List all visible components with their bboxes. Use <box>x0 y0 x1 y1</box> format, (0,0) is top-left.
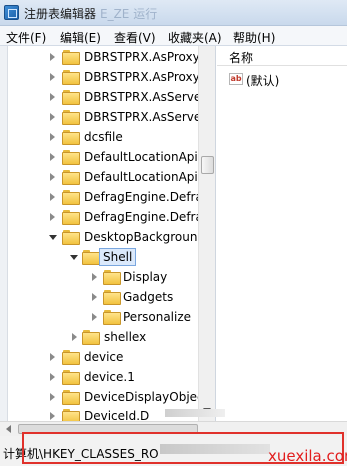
tree-node-selected[interactable]: Shell <box>0 247 198 267</box>
collapse-arrow-icon[interactable] <box>49 235 57 240</box>
expand-arrow-icon[interactable] <box>50 133 55 141</box>
tree-node-label[interactable]: dcsfile <box>84 127 123 147</box>
folder-icon <box>62 70 80 85</box>
tree-node[interactable]: DBRSTPRX.AsProxy <box>0 47 200 67</box>
tree-node-label[interactable]: DBRSTPRX.AsProxy. <box>84 67 202 87</box>
expand-arrow-icon[interactable] <box>92 273 97 281</box>
expand-arrow-icon[interactable] <box>50 373 55 381</box>
expand-arrow-icon[interactable] <box>50 113 55 121</box>
background-window-title: E_ZE 运行 <box>100 7 158 21</box>
tree-node[interactable]: Gadgets <box>0 287 198 307</box>
folder-icon <box>62 409 80 421</box>
tree-node-label[interactable]: Personalize <box>123 307 191 327</box>
tree-node-label[interactable]: DeviceId.D <box>84 406 149 421</box>
registry-values-pane: 名称 ab (默认) <box>217 46 347 421</box>
title-bar: 注册表编辑器 E_ZE 运行 <box>0 0 347 26</box>
folder-icon <box>62 50 80 65</box>
tree-node[interactable]: DeviceDisplayObjec <box>0 387 204 407</box>
menu-bar: 文件(F) 编辑(E) 查看(V) 收藏夹(A) 帮助(H) <box>0 26 347 46</box>
menu-file[interactable]: 文件(F) <box>6 29 46 46</box>
tree-node[interactable]: device <box>0 347 198 367</box>
tree-node-label[interactable]: DesktopBackgrounc <box>84 227 204 247</box>
tree-node[interactable]: DefaultLocationApi. <box>0 167 202 187</box>
folder-icon <box>62 190 80 205</box>
tree-node[interactable]: DefaultLocationApi <box>0 147 198 167</box>
tree-node[interactable]: device.1 <box>0 367 198 387</box>
expand-arrow-icon[interactable] <box>92 313 97 321</box>
tree-node[interactable]: DefragEngine.Defra <box>0 187 203 207</box>
string-value-icon: ab <box>229 73 243 85</box>
watermark: xuexila.com <box>268 447 347 465</box>
folder-icon <box>103 310 121 325</box>
collapse-arrow-icon[interactable] <box>70 255 78 260</box>
tree-node-label[interactable]: Shell <box>99 248 137 266</box>
folder-icon <box>103 270 121 285</box>
scrollbar-thumb[interactable] <box>201 156 214 174</box>
expand-arrow-icon[interactable] <box>72 333 77 341</box>
folder-icon <box>62 110 80 125</box>
folder-open-icon <box>82 250 100 265</box>
expand-arrow-icon[interactable] <box>50 93 55 101</box>
expand-arrow-icon[interactable] <box>50 153 55 161</box>
tree-node-label[interactable]: DefragEngine.Defra <box>84 187 203 207</box>
tree-node[interactable]: dcsfile <box>0 127 198 147</box>
tree-node-label[interactable]: DeviceDisplayObjec <box>84 387 204 407</box>
expand-arrow-icon[interactable] <box>50 173 55 181</box>
tree-node[interactable]: DBRSTPRX.AsProxy. <box>0 67 202 87</box>
menu-edit[interactable]: 编辑(E) <box>60 29 101 46</box>
folder-open-icon <box>62 230 80 245</box>
tree-node[interactable]: shellex <box>0 327 198 347</box>
tree-node-label[interactable]: DBRSTPRX.AsProxy <box>84 47 200 67</box>
folder-icon <box>62 130 80 145</box>
tree-vertical-scrollbar[interactable] <box>198 46 215 421</box>
column-header-name[interactable]: 名称 <box>217 46 347 66</box>
tree-node-label[interactable]: DBRSTPRX.AsServer <box>84 87 206 107</box>
expand-arrow-icon[interactable] <box>50 213 55 221</box>
tree-node-label[interactable]: Display <box>123 267 167 287</box>
tree-node-label[interactable]: DBRSTPRX.AsServer <box>84 107 206 127</box>
expand-arrow-icon[interactable] <box>50 73 55 81</box>
tree-node-label[interactable]: device.1 <box>84 367 135 387</box>
tree-node[interactable]: DesktopBackgrounc <box>0 227 204 247</box>
folder-icon <box>62 170 80 185</box>
tree-node[interactable]: DBRSTPRX.AsServer <box>0 107 206 127</box>
tree-node-label[interactable]: shellex <box>104 327 146 347</box>
scroll-left-arrow-icon[interactable] <box>6 425 11 433</box>
folder-icon <box>62 90 80 105</box>
regedit-app-icon <box>4 5 19 20</box>
tree-node[interactable]: Personalize <box>0 307 198 327</box>
registry-tree-pane: DBRSTPRX.AsProxy DBRSTPRX.AsProxy. DBRST… <box>0 46 216 421</box>
value-name-default[interactable]: (默认) <box>246 72 279 89</box>
tree-node[interactable]: DBRSTPRX.AsServer <box>0 87 206 107</box>
tree-node-label[interactable]: DefaultLocationApi. <box>84 167 202 187</box>
tree-node-label[interactable]: Gadgets <box>123 287 173 307</box>
redacted-region <box>165 409 225 417</box>
expand-arrow-icon[interactable] <box>50 353 55 361</box>
column-header-label: 名称 <box>229 51 254 65</box>
tree-node[interactable]: DefragEngine.Defra <box>0 207 203 227</box>
folder-icon <box>62 370 80 385</box>
folder-icon <box>62 210 80 225</box>
folder-icon <box>62 350 80 365</box>
expand-arrow-icon[interactable] <box>50 53 55 61</box>
window-title: 注册表编辑器 <box>24 7 97 21</box>
folder-icon <box>82 330 100 345</box>
tree-node-label[interactable]: device <box>84 347 123 367</box>
folder-icon <box>103 290 121 305</box>
folder-icon <box>62 150 80 165</box>
expand-arrow-icon[interactable] <box>50 393 55 401</box>
expand-arrow-icon[interactable] <box>92 293 97 301</box>
tree-node[interactable]: Display <box>0 267 198 287</box>
menu-help[interactable]: 帮助(H) <box>233 29 275 46</box>
tree-node-label[interactable]: DefaultLocationApi <box>84 147 198 167</box>
menu-view[interactable]: 查看(V) <box>114 29 156 46</box>
menu-favorites[interactable]: 收藏夹(A) <box>168 29 222 46</box>
folder-icon <box>62 390 80 405</box>
expand-arrow-icon[interactable] <box>50 412 55 420</box>
tree-node-label[interactable]: DefragEngine.Defra <box>84 207 203 227</box>
expand-arrow-icon[interactable] <box>50 193 55 201</box>
